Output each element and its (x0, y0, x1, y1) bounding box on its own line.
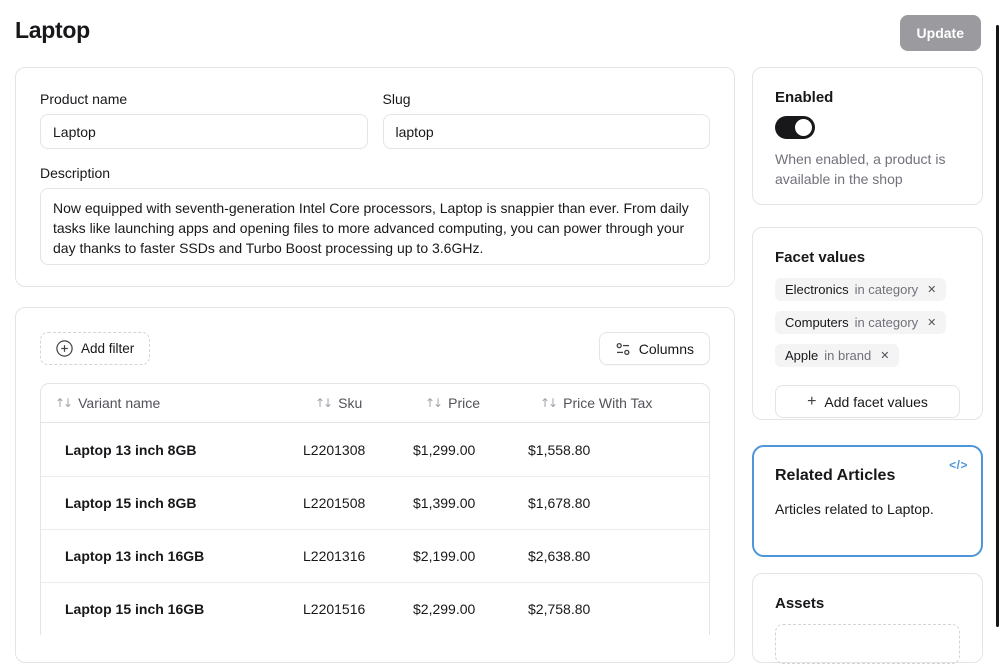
table-row[interactable]: Laptop 15 inch 16GB L2201516 $2,299.00 $… (41, 582, 709, 635)
related-articles-card[interactable]: </> Related Articles Articles related to… (752, 445, 983, 557)
cell-price-with-tax: $1,678.80 (516, 495, 709, 511)
cell-sku: L2201308 (291, 442, 401, 458)
cell-variant-name[interactable]: Laptop 15 inch 8GB (41, 495, 291, 511)
description-textarea[interactable]: Now equipped with seventh-generation Int… (40, 188, 710, 265)
facet-chip-facet: in category (855, 282, 919, 297)
cell-variant-name[interactable]: Laptop 15 inch 16GB (41, 601, 291, 617)
columns-label: Columns (639, 341, 694, 357)
facet-chip[interactable]: Apple in brand ✕ (775, 344, 899, 367)
toggle-knob (795, 119, 812, 136)
cell-price-with-tax: $1,558.80 (516, 442, 709, 458)
cell-price-with-tax: $2,758.80 (516, 601, 709, 617)
cell-variant-name[interactable]: Laptop 13 inch 16GB (41, 548, 291, 564)
cell-variant-name[interactable]: Laptop 13 inch 8GB (41, 442, 291, 458)
enabled-help-text: When enabled, a product is available in … (775, 149, 960, 189)
cell-price: $2,199.00 (401, 548, 516, 564)
add-filter-button[interactable]: Add filter (40, 332, 150, 365)
facet-chip-name: Electronics (785, 282, 849, 297)
header-price-with-tax[interactable]: ↑↓ Price With Tax (516, 395, 709, 411)
facet-chip-name: Computers (785, 315, 849, 330)
description-label: Description (40, 165, 710, 181)
plus-icon: + (807, 393, 816, 411)
product-name-label: Product name (40, 91, 368, 107)
assets-card: Assets (752, 573, 983, 663)
product-form-card: Product name Slug Description Now equipp… (15, 67, 735, 287)
facet-chip-facet: in category (855, 315, 919, 330)
columns-settings-icon (615, 341, 631, 357)
sort-icon[interactable]: ↑↓ (55, 396, 71, 410)
table-row[interactable]: Laptop 13 inch 8GB L2201308 $1,299.00 $1… (41, 423, 709, 476)
facet-chip-facet: in brand (824, 348, 871, 363)
cell-price-with-tax: $2,638.80 (516, 548, 709, 564)
header-price[interactable]: ↑↓ Price (401, 395, 516, 411)
related-articles-text: Articles related to Laptop. (775, 501, 960, 517)
add-facet-values-button[interactable]: + Add facet values (775, 385, 960, 418)
variants-toolbar: Add filter Columns (40, 332, 710, 365)
remove-facet-icon[interactable]: ✕ (880, 349, 889, 362)
code-icon: </> (949, 458, 968, 472)
product-name-field-group: Product name (40, 91, 368, 149)
name-slug-row: Product name Slug (40, 91, 710, 149)
cell-price: $2,299.00 (401, 601, 516, 617)
table-header-row: ↑↓ Variant name ↑↓ Sku ↑↓ Price ↑↓ Price… (41, 384, 709, 423)
cell-price: $1,299.00 (401, 442, 516, 458)
facet-chip[interactable]: Computers in category ✕ (775, 311, 946, 334)
topbar: Laptop Update (0, 0, 1000, 60)
sidebar: Enabled When enabled, a product is avail… (752, 67, 983, 663)
add-facet-values-label: Add facet values (824, 394, 928, 410)
remove-facet-icon[interactable]: ✕ (927, 283, 936, 296)
facet-chip-name: Apple (785, 348, 818, 363)
cell-price: $1,399.00 (401, 495, 516, 511)
facet-values-card: Facet values Electronics in category ✕ C… (752, 227, 983, 420)
header-sku[interactable]: ↑↓ Sku (291, 395, 401, 411)
page-scrollbar[interactable] (996, 25, 999, 627)
enabled-title: Enabled (775, 89, 960, 106)
facet-chip[interactable]: Electronics in category ✕ (775, 278, 946, 301)
header-label: Price With Tax (563, 395, 652, 411)
variants-card: Add filter Columns ↑↓ Variant name (15, 307, 735, 663)
table-row[interactable]: Laptop 15 inch 8GB L2201508 $1,399.00 $1… (41, 476, 709, 529)
plus-circle-icon (56, 340, 73, 357)
facet-chip-list: Electronics in category ✕ Computers in c… (775, 278, 960, 367)
remove-facet-icon[interactable]: ✕ (927, 316, 936, 329)
sort-icon[interactable]: ↑↓ (315, 396, 331, 410)
variants-table: ↑↓ Variant name ↑↓ Sku ↑↓ Price ↑↓ Price… (40, 383, 710, 635)
header-label: Price (448, 395, 480, 411)
slug-field-group: Slug (383, 91, 711, 149)
table-row[interactable]: Laptop 13 inch 16GB L2201316 $2,199.00 $… (41, 529, 709, 582)
slug-label: Slug (383, 91, 711, 107)
facet-values-title: Facet values (775, 249, 960, 266)
cell-sku: L2201508 (291, 495, 401, 511)
related-articles-title: Related Articles (775, 467, 960, 485)
header-label: Sku (338, 395, 362, 411)
cell-sku: L2201516 (291, 601, 401, 617)
assets-dropzone[interactable] (775, 624, 960, 664)
slug-input[interactable] (383, 114, 711, 149)
columns-button[interactable]: Columns (599, 332, 710, 365)
cell-sku: L2201316 (291, 548, 401, 564)
update-button[interactable]: Update (900, 15, 981, 51)
sort-icon[interactable]: ↑↓ (540, 396, 556, 410)
header-variant-name[interactable]: ↑↓ Variant name (41, 395, 291, 411)
product-name-input[interactable] (40, 114, 368, 149)
page-title: Laptop (15, 17, 90, 44)
assets-title: Assets (775, 595, 960, 612)
sort-icon[interactable]: ↑↓ (425, 396, 441, 410)
header-label: Variant name (78, 395, 160, 411)
add-filter-label: Add filter (81, 341, 134, 356)
enabled-card: Enabled When enabled, a product is avail… (752, 67, 983, 205)
enabled-toggle[interactable] (775, 116, 815, 139)
